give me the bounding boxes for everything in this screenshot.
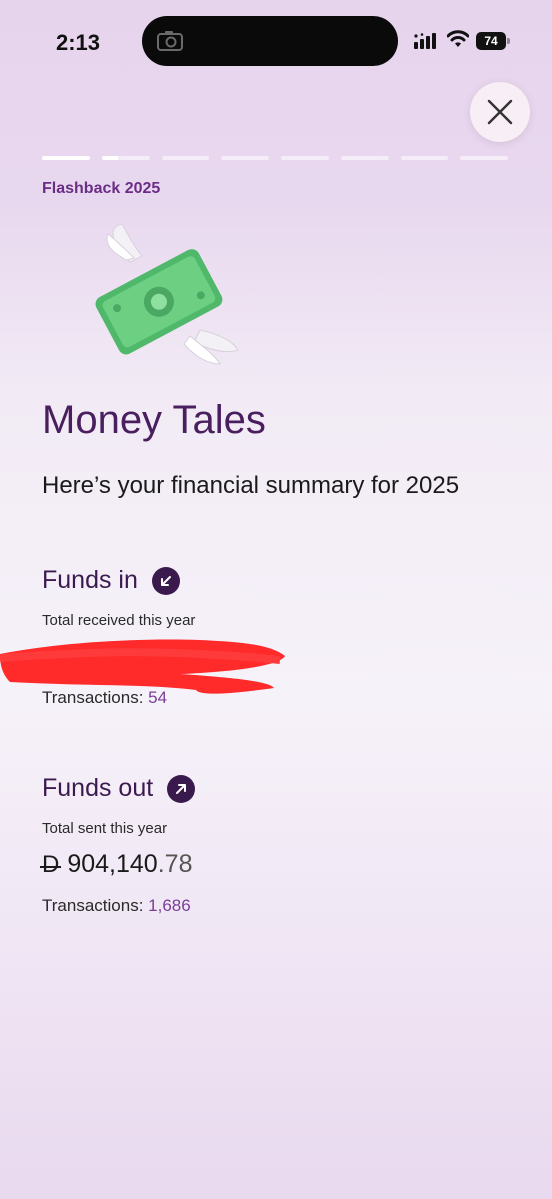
story-label: Flashback 2025 [42,180,161,197]
wifi-icon [447,30,469,47]
funds-in-transactions-count: 54 [148,688,168,707]
progress-segment-fill [42,156,90,160]
arrow-down-left-icon [151,566,180,595]
progress-segment [221,156,269,160]
funds-in-caption: Total received this year [42,612,196,629]
progress-segment [340,156,389,160]
progress-segment [281,156,329,160]
funds-out-transactions: Transactions: 1,686 [42,896,191,916]
status-time: 2:13 [56,30,101,55]
funds-in-title: Funds in [42,566,180,595]
battery-level: 74 [476,32,506,50]
story-progress [42,156,508,160]
arrow-up-right-icon [167,774,196,803]
camera-icon [157,31,183,51]
cellular-signal-icon [414,33,436,49]
progress-segment [101,156,150,160]
flying-money-icon [95,223,239,365]
funds-out-title-text: Funds out [42,774,154,802]
funds-out-amount-main: 904,140 [67,850,158,878]
progress-segment [460,156,508,160]
progress-segment-fill [101,156,119,160]
funds-in-title-text: Funds in [42,566,138,594]
battery-icon: 74 [476,32,510,50]
dynamic-island [142,16,398,66]
close-icon [487,99,513,125]
funds-out-amount-decimal: .78 [157,850,193,878]
page-title: Money Tales [42,398,266,442]
page-subtitle: Here’s your financial summary for 2025 [42,472,460,499]
funds-in-transactions-label: Transactions: [42,688,144,707]
funds-out-amount: D 904,140 .78 [39,850,193,879]
funds-out-caption: Total sent this year [42,820,168,837]
status-bar: 2:13 74 [0,0,552,80]
redaction-mark [0,639,285,694]
funds-out-transactions-count: 1,686 [148,896,191,915]
currency-symbol: D [39,851,62,878]
battery-tip [507,38,510,44]
close-button[interactable] [470,82,530,142]
funds-out-transactions-label: Transactions: [42,896,144,915]
progress-segment [161,156,210,160]
funds-out-title: Funds out [42,774,196,803]
funds-in-transactions: Transactions: 54 [42,688,167,708]
progress-segment [400,156,449,160]
progress-segment [42,156,90,160]
